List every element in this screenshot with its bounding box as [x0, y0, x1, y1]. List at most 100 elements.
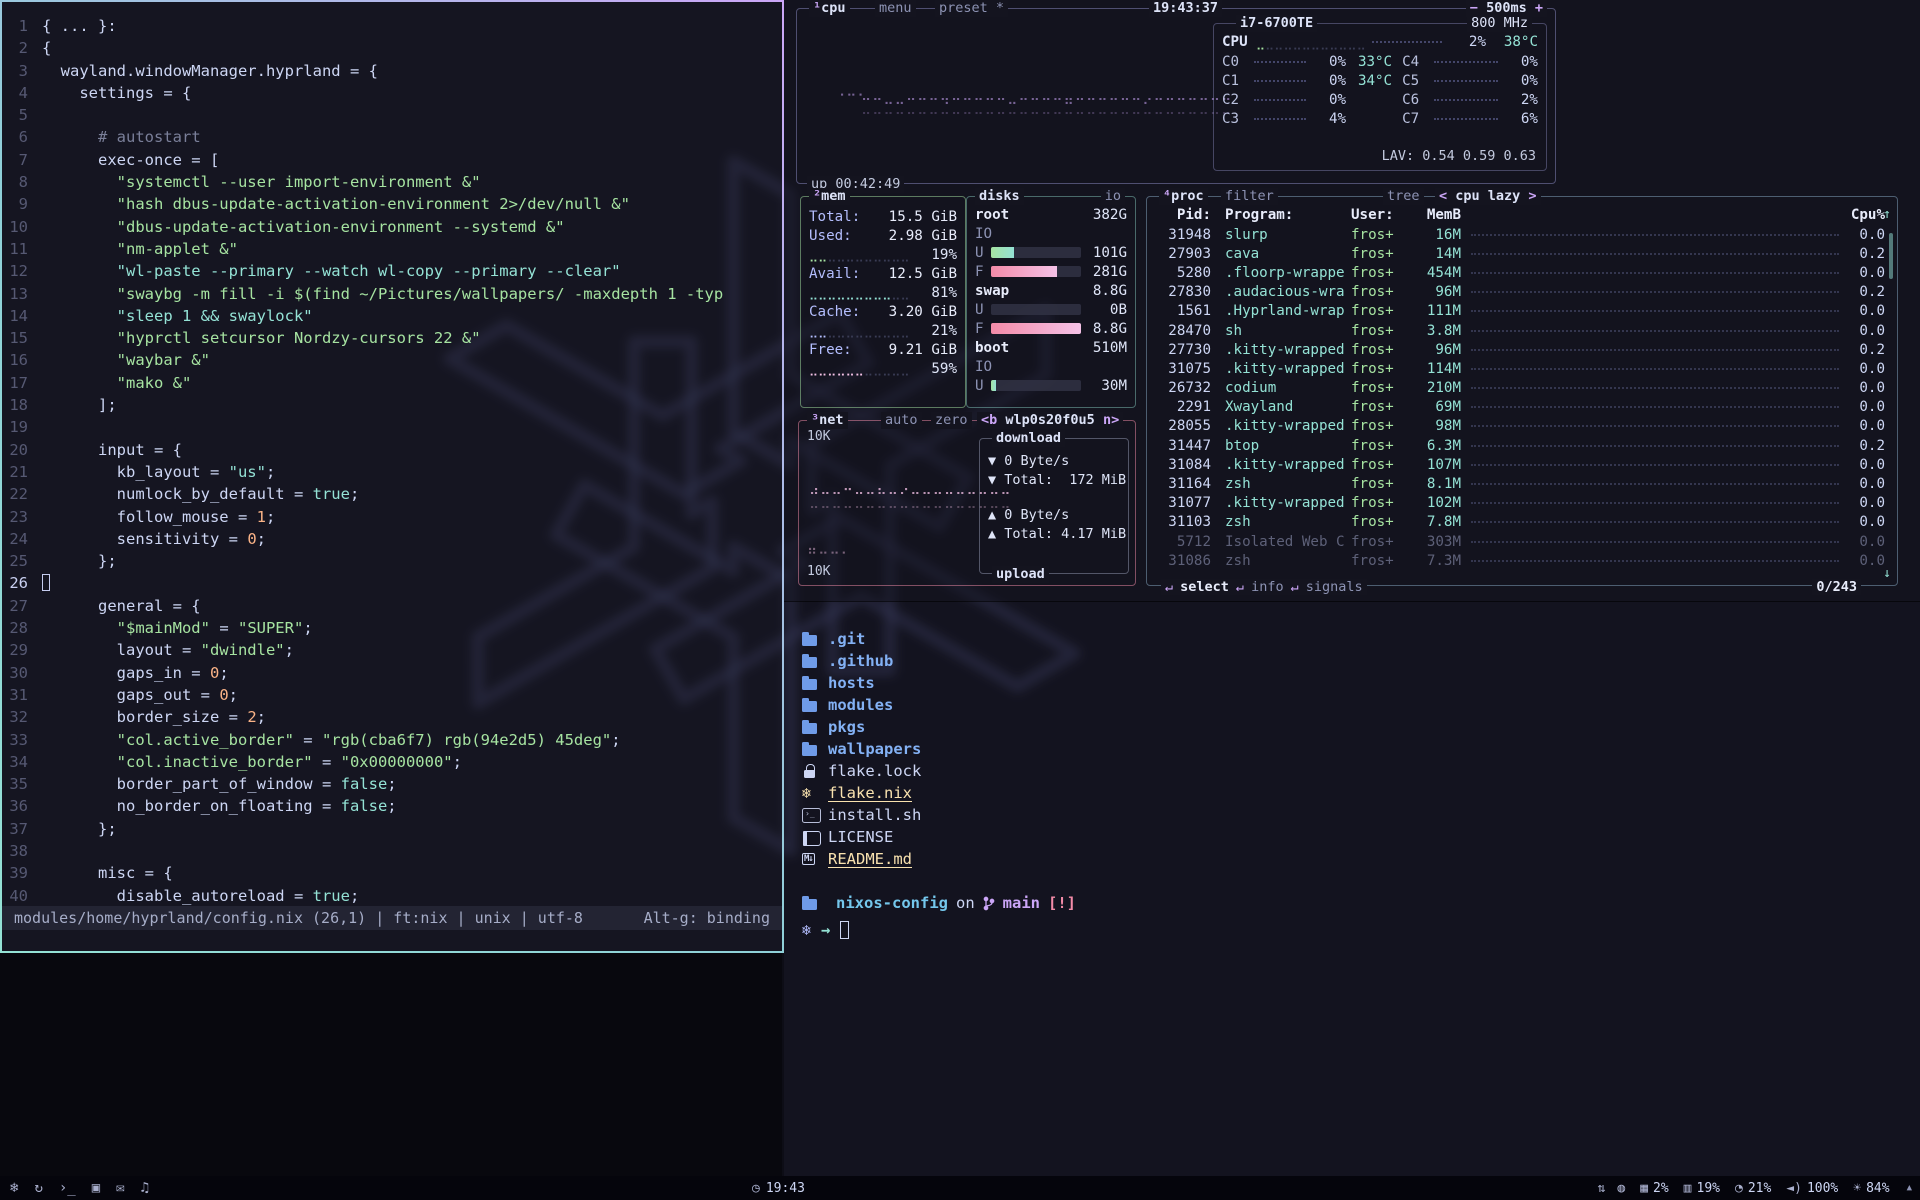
process-row[interactable]: 27903cavafros+14M0.2	[1159, 244, 1885, 263]
taskbar-terminal-icon[interactable]: ›_	[59, 1180, 76, 1196]
editor-statusline: modules/home/hyprland/config.nix (26,1) …	[2, 906, 782, 930]
editor-line: 32 border_size = 2;	[2, 706, 782, 728]
process-row[interactable]: 31075.kitty-wrappedfros+114M0.0	[1159, 359, 1885, 378]
btop-tab-net[interactable]: ³net	[807, 412, 848, 429]
proc-sort-selector[interactable]: < cpu lazy >	[1435, 188, 1541, 205]
module-brightness-icon[interactable]: ☀84%	[1853, 1181, 1889, 1196]
code-text: };	[42, 550, 117, 572]
process-row[interactable]: 31077.kitty-wrappedfros+102M0.0	[1159, 494, 1885, 513]
code-text: "hyprctl setcursor Nordzy-cursors 22 &"	[42, 327, 481, 349]
mail-icon: ✉	[116, 1180, 124, 1196]
btop-tab-proc[interactable]: ⁴proc	[1159, 188, 1208, 205]
code-text: misc = {	[42, 862, 173, 884]
process-row[interactable]: 28055.kitty-wrappedfros+98M0.0	[1159, 417, 1885, 436]
editor-line: 17 "mako &"	[2, 372, 782, 394]
process-row[interactable]: 1561.Hyprland-wrapfros+111M0.0	[1159, 302, 1885, 321]
editor-line: 38	[2, 840, 782, 862]
btop-window[interactable]: ¹cpu menu preset * 19:43:37 − 500ms + ⢀⣀…	[784, 0, 1920, 601]
signals-action[interactable]: signals	[1306, 579, 1363, 595]
process-row[interactable]: 31164zshfros+8.1M0.0	[1159, 474, 1885, 493]
module-cpu-icon[interactable]: ▦2%	[1640, 1181, 1668, 1196]
btop-preset-button[interactable]: preset *	[935, 0, 1008, 17]
tray-expand-icon[interactable]: ▲	[1907, 1183, 1912, 1193]
taskbar-window-icon[interactable]: ▣	[92, 1180, 100, 1196]
editor-line: 33 "col.active_border" = "rgb(cba6f7) rg…	[2, 729, 782, 751]
editor-buffer[interactable]: 1{ ... }:2{3 wayland.windowManager.hyprl…	[2, 15, 782, 907]
process-row[interactable]: 28470shfros+3.8M0.0	[1159, 321, 1885, 340]
process-row[interactable]: 31447btopfros+6.3M0.2	[1159, 436, 1885, 455]
refresh-icon: ↻	[34, 1180, 42, 1196]
code-text: gaps_in = 0;	[42, 662, 229, 684]
empty-terminal-window[interactable]	[0, 953, 784, 1176]
taskbar-mail-icon[interactable]: ✉	[116, 1180, 124, 1196]
process-row[interactable]: 31084.kitty-wrappedfros+107M0.0	[1159, 455, 1885, 474]
proc-filter-button[interactable]: filter	[1221, 188, 1278, 205]
btop-tab-mem[interactable]: ²mem	[809, 188, 850, 205]
process-row[interactable]: 27730.kitty-wrappedfros+96M0.2	[1159, 340, 1885, 359]
line-number: 38	[2, 840, 42, 862]
scroll-up-icon[interactable]: ↑	[1883, 207, 1891, 222]
line-number: 27	[2, 595, 42, 617]
tray-indicator-icon[interactable]: ◍	[1617, 1181, 1625, 1196]
process-row[interactable]: 5712Isolated Web Cfros+303M0.0	[1159, 532, 1885, 551]
process-row[interactable]: 26732codiumfros+210M0.0	[1159, 379, 1885, 398]
cpu-icon: ▦	[1640, 1181, 1648, 1196]
editor-line: 26	[2, 572, 782, 594]
editor-line: 24 sensitivity = 0;	[2, 528, 782, 550]
process-row[interactable]: 31948slurpfros+16M0.0	[1159, 225, 1885, 244]
tray-network-icon[interactable]: ⇅	[1598, 1181, 1606, 1196]
line-number: 37	[2, 818, 42, 840]
line-number: 25	[2, 550, 42, 572]
cpu-core: C76%	[1402, 109, 1538, 128]
btop-menu-button[interactable]: menu	[875, 0, 916, 17]
net-interface[interactable]: <b wlp0s20f0u5 n>	[977, 412, 1123, 429]
terminal-window[interactable]: .git.githubhostsmodulespkgswallpapersfla…	[784, 601, 1920, 1176]
proc-tree-button[interactable]: tree	[1383, 188, 1424, 205]
select-action[interactable]: select	[1180, 579, 1229, 595]
btop-clock: 19:43:37	[1149, 0, 1222, 17]
module-volume-icon[interactable]: ◄)100%	[1786, 1181, 1838, 1196]
disk-bar	[991, 304, 1081, 315]
line-number: 39	[2, 862, 42, 884]
scroll-down-icon[interactable]: ↓	[1883, 566, 1891, 581]
proc-scrollbar[interactable]	[1889, 233, 1893, 279]
file-name: flake.lock	[828, 762, 921, 780]
editor-line: 40 disable_autoreload = true;	[2, 885, 782, 907]
cpu-model: i7-6700TE	[1236, 15, 1317, 32]
info-action[interactable]: info	[1251, 579, 1284, 595]
module-memory-icon[interactable]: ▥19%	[1684, 1181, 1720, 1196]
volume-icon: ◄)	[1786, 1181, 1802, 1196]
editor-window[interactable]: 1{ ... }:2{3 wayland.windowManager.hyprl…	[0, 0, 784, 953]
process-row[interactable]: 5280.floorp-wrappefros+454M0.0	[1159, 263, 1885, 282]
process-row[interactable]: 2291Xwaylandfros+69M0.0	[1159, 398, 1885, 417]
statusline-keyhint: Alt-g: binding	[644, 909, 770, 927]
taskbar-refresh-icon[interactable]: ↻	[34, 1180, 42, 1196]
taskbar-music-icon[interactable]: ♫	[141, 1180, 149, 1196]
process-table: 31948slurpfros+16M0.027903cavafros+14M0.…	[1159, 225, 1885, 570]
file-name: .git	[828, 630, 865, 648]
line-number: 8	[2, 171, 42, 193]
net-auto-toggle[interactable]: auto	[881, 412, 922, 429]
editor-line: 2{	[2, 37, 782, 59]
shell-input-line[interactable]: ❄ →	[802, 918, 1920, 942]
btop-tab-cpu[interactable]: ¹cpu	[809, 0, 850, 17]
net-zero-toggle[interactable]: zero	[931, 412, 972, 429]
process-row[interactable]: 31086zshfros+7.3M0.0	[1159, 551, 1885, 570]
process-row[interactable]: 31103zshfros+7.8M0.0	[1159, 513, 1885, 532]
module-disk-icon[interactable]: ◔21%	[1735, 1181, 1771, 1196]
btop-disks-io-toggle[interactable]: io	[1101, 188, 1125, 205]
file-entry: pkgs	[802, 716, 1920, 738]
process-row[interactable]: 27830.audacious-wrafros+96M0.2	[1159, 283, 1885, 302]
editor-line: 18 ];	[2, 394, 782, 416]
memory-icon: ▥	[1684, 1181, 1692, 1196]
music-icon: ♫	[141, 1180, 149, 1196]
line-number: 11	[2, 238, 42, 260]
clock-module[interactable]: ◷ 19:43	[752, 1181, 805, 1196]
mem-row: Cache:3.20 GiB	[809, 302, 957, 321]
btop-tab-disks[interactable]: disks	[975, 188, 1024, 205]
line-number: 6	[2, 126, 42, 148]
file-name: flake.nix	[828, 784, 912, 802]
line-number: 9	[2, 193, 42, 215]
taskbar-nix-logo-icon[interactable]: ❄	[10, 1180, 18, 1196]
line-number: 2	[2, 37, 42, 59]
